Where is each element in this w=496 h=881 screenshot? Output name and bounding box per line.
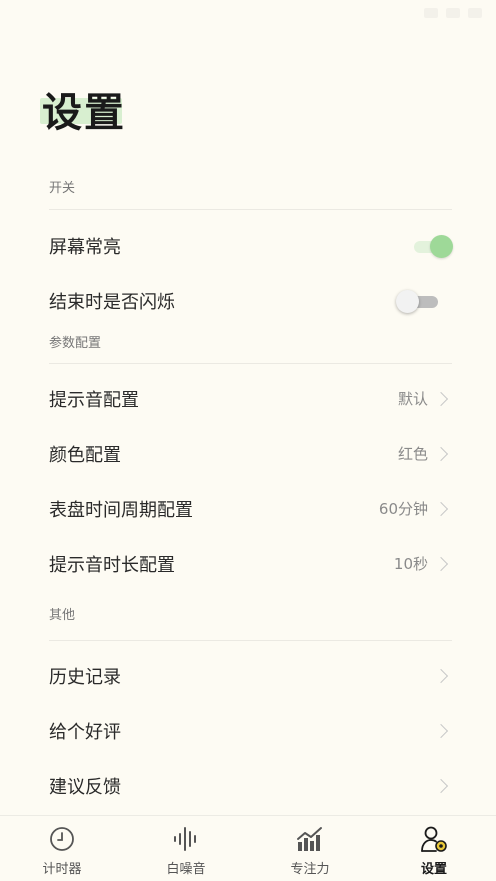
page-title-wrap: 设置	[40, 80, 126, 136]
bottom-tab-bar: 计时器 白噪音 专注力 设置	[0, 815, 496, 881]
clock-icon	[50, 827, 74, 851]
row-label: 表盘时间周期配置	[49, 499, 193, 521]
signal-icon	[446, 8, 460, 18]
row-history[interactable]: 历史记录	[49, 648, 452, 703]
row-label: 历史记录	[49, 666, 121, 688]
chevron-right-icon	[433, 446, 449, 461]
row-value: 60分钟	[378, 500, 428, 518]
row-label: 结束时是否闪烁	[49, 291, 175, 313]
chart-icon	[297, 827, 322, 851]
tab-label: 白噪音	[166, 862, 206, 877]
section-header-other: 其他	[49, 591, 452, 641]
row-rate[interactable]: 给个好评	[49, 703, 452, 758]
tab-white-noise[interactable]: 白噪音	[124, 816, 248, 881]
tab-timer[interactable]: 计时器	[0, 816, 124, 881]
user-gear-icon	[421, 826, 447, 852]
row-label: 颜色配置	[49, 444, 121, 466]
tab-label: 专注力	[290, 862, 330, 877]
row-color-config[interactable]: 颜色配置 红色	[49, 426, 452, 481]
chevron-right-icon	[433, 668, 449, 683]
page-title: 设置	[42, 89, 126, 136]
tab-label: 计时器	[42, 862, 82, 877]
chevron-right-icon	[433, 501, 449, 516]
toggle-thumb	[396, 289, 419, 313]
status-bar	[0, 0, 496, 26]
settings-list: 开关 屏幕常亮 结束时是否闪烁 参数配置 提示音配置 默认 颜色配置 红色 表盘…	[49, 168, 453, 813]
row-sound-config[interactable]: 提示音配置 默认	[49, 371, 452, 426]
chevron-right-icon	[433, 778, 449, 793]
row-duration-config[interactable]: 提示音时长配置 10秒	[49, 536, 452, 591]
row-value: 红色	[397, 445, 428, 463]
row-label: 给个好评	[49, 721, 121, 743]
chevron-right-icon	[433, 556, 449, 571]
tab-focus[interactable]: 专注力	[248, 816, 372, 881]
row-screen-on[interactable]: 屏幕常亮	[49, 218, 453, 273]
row-label: 建议反馈	[49, 776, 121, 798]
battery-icon	[468, 8, 482, 18]
flash-end-toggle[interactable]	[396, 289, 442, 313]
tab-label: 设置	[420, 862, 447, 877]
screen-on-toggle[interactable]	[410, 234, 453, 258]
chevron-right-icon	[433, 723, 449, 738]
row-label: 提示音配置	[49, 389, 139, 411]
tab-settings[interactable]: 设置	[372, 816, 496, 881]
row-dial-config[interactable]: 表盘时间周期配置 60分钟	[49, 481, 452, 536]
row-flash-end[interactable]: 结束时是否闪烁	[49, 273, 452, 328]
row-feedback[interactable]: 建议反馈	[49, 758, 452, 813]
section-header-switches: 开关	[49, 168, 452, 210]
row-label: 屏幕常亮	[49, 236, 121, 258]
row-value: 10秒	[393, 555, 428, 573]
row-label: 提示音时长配置	[49, 554, 175, 576]
toggle-thumb	[430, 234, 453, 258]
chevron-right-icon	[433, 391, 449, 406]
sound-wave-icon	[174, 827, 196, 851]
wifi-icon	[424, 8, 438, 18]
section-header-params: 参数配置	[49, 328, 452, 364]
row-value: 默认	[397, 390, 428, 408]
